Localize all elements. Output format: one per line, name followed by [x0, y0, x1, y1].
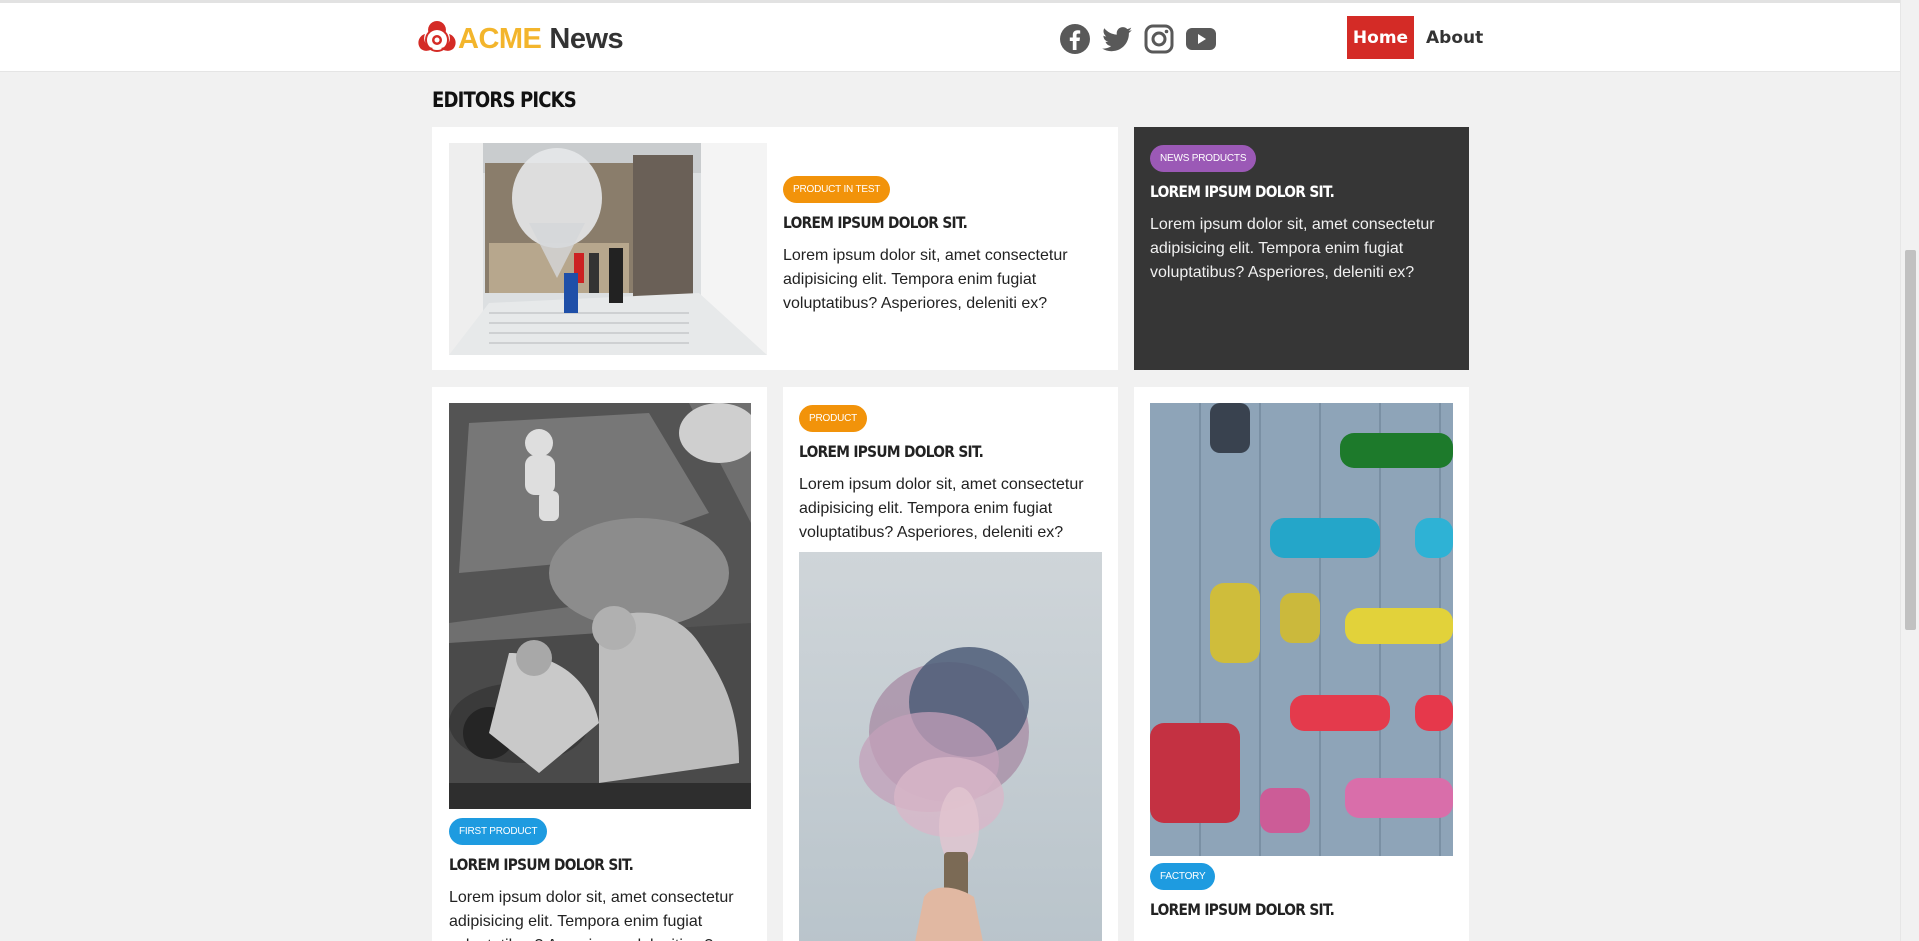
- twitter-icon[interactable]: [1101, 23, 1133, 55]
- scrollbar-thumb[interactable]: [1905, 250, 1916, 630]
- youtube-icon[interactable]: [1185, 23, 1217, 55]
- article-card[interactable]: FACTORY LOREM IPSUM DOLOR SIT.: [1134, 387, 1469, 941]
- page-scrollbar[interactable]: [1900, 0, 1919, 941]
- logo-news-text: News: [549, 22, 624, 55]
- category-badge[interactable]: PRODUCT IN TEST: [783, 176, 891, 203]
- social-links: [1059, 23, 1217, 55]
- nav-home-link[interactable]: Home: [1347, 16, 1414, 59]
- category-badge[interactable]: PRODUCT: [799, 405, 868, 432]
- article-title[interactable]: LOREM IPSUM DOLOR SIT.: [449, 855, 634, 874]
- article-title[interactable]: LOREM IPSUM DOLOR SIT.: [1150, 900, 1335, 919]
- category-badge[interactable]: FACTORY: [1150, 863, 1216, 890]
- article-title[interactable]: LOREM IPSUM DOLOR SIT.: [799, 442, 984, 461]
- instagram-icon[interactable]: [1143, 23, 1175, 55]
- vintage-aircraft-photo: [449, 403, 751, 809]
- smoke-flare-photo: [799, 552, 1102, 941]
- article-excerpt: Lorem ipsum dolor sit, amet consectetur …: [799, 476, 1084, 541]
- site-header: ACME News Home About: [0, 3, 1900, 72]
- nav-about-link[interactable]: About: [1426, 28, 1483, 48]
- logo-acme-text: ACME: [458, 22, 542, 55]
- balloon-photo: [449, 143, 767, 355]
- section-title: EDITORS PICKS: [432, 88, 577, 112]
- article-excerpt: Lorem ipsum dolor sit, amet consectetur …: [783, 247, 1068, 312]
- article-card[interactable]: PRODUCT LOREM IPSUM DOLOR SIT. Lorem ips…: [783, 387, 1118, 941]
- category-badge[interactable]: NEWS PRODUCTS: [1150, 145, 1257, 172]
- article-card[interactable]: PRODUCT IN TEST LOREM IPSUM DOLOR SIT. L…: [432, 127, 1118, 370]
- article-card[interactable]: FIRST PRODUCT LOREM IPSUM DOLOR SIT. Lor…: [432, 387, 767, 941]
- colorful-lockers-photo: [1150, 403, 1453, 856]
- article-title[interactable]: LOREM IPSUM DOLOR SIT.: [783, 213, 968, 232]
- category-badge[interactable]: FIRST PRODUCT: [449, 818, 548, 845]
- facebook-icon[interactable]: [1059, 23, 1091, 55]
- main-nav: Home About: [1347, 16, 1483, 59]
- site-logo[interactable]: ACME News: [416, 18, 624, 60]
- article-card-dark[interactable]: NEWS PRODUCTS LOREM IPSUM DOLOR SIT. Lor…: [1134, 127, 1469, 370]
- biohazard-icon: [418, 21, 456, 52]
- article-excerpt: Lorem ipsum dolor sit, amet consectetur …: [1150, 216, 1435, 281]
- article-title[interactable]: LOREM IPSUM DOLOR SIT.: [1150, 182, 1335, 201]
- article-excerpt: Lorem ipsum dolor sit, amet consectetur …: [449, 889, 734, 941]
